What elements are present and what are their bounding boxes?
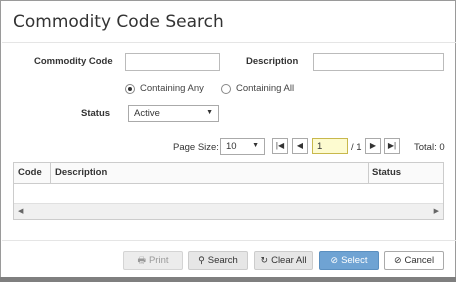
grid-header: Code Description Status (14, 163, 443, 184)
background-page-strip (0, 277, 456, 282)
previous-page-button[interactable]: ◀ (292, 138, 308, 154)
clear-all-button[interactable]: ↻ Clear All (254, 251, 313, 270)
containing-all-label: Containing All (236, 83, 295, 94)
description-label: Description (246, 56, 299, 67)
search-button-label: Search (207, 255, 238, 266)
horizontal-scrollbar[interactable]: ◀ ▶ (14, 203, 443, 219)
status-label: Status (81, 108, 111, 119)
select-button[interactable]: ⊘ Select (319, 251, 379, 270)
containing-any-radio[interactable] (125, 84, 135, 94)
page-size-select[interactable]: 10 ▼ (220, 138, 265, 155)
column-header-code[interactable]: Code (18, 163, 42, 183)
column-divider (50, 163, 51, 183)
last-page-icon: ▶| (387, 141, 397, 150)
scroll-left-icon[interactable]: ◀ (18, 207, 23, 215)
chevron-down-icon: ▼ (206, 109, 213, 116)
commodity-code-label: Commodity Code (34, 56, 113, 67)
cancel-button-label: Cancel (404, 255, 435, 266)
refresh-icon: ↻ (260, 255, 269, 265)
column-header-description[interactable]: Description (55, 163, 107, 183)
containing-all-radio[interactable] (221, 84, 231, 94)
page-size-label: Page Size: (173, 142, 219, 153)
select-button-label: Select (341, 255, 368, 266)
cancel-button[interactable]: ⊘ Cancel (384, 251, 444, 270)
first-page-icon: |◀ (275, 141, 285, 150)
status-select-value: Active (134, 108, 160, 119)
print-button-label: Print (148, 255, 169, 266)
scroll-right-icon[interactable]: ▶ (434, 207, 439, 215)
next-page-button[interactable]: ▶ (365, 138, 381, 154)
dialog-title: Commodity Code Search (13, 12, 224, 32)
clear-all-button-label: Clear All (271, 255, 307, 266)
total-pages-label: / 1 (351, 142, 362, 153)
search-button[interactable]: ⚲ Search (188, 251, 248, 270)
status-select[interactable]: Active ▼ (128, 105, 219, 122)
column-header-status[interactable]: Status (372, 163, 401, 183)
chevron-down-icon: ▼ (252, 142, 259, 149)
commodity-code-input[interactable] (125, 53, 220, 71)
column-divider (368, 163, 369, 183)
total-count: Total: 0 (414, 142, 445, 153)
last-page-button[interactable]: ▶| (384, 138, 400, 154)
print-button[interactable]: 🖶 Print (123, 251, 183, 270)
first-page-button[interactable]: |◀ (272, 138, 288, 154)
commodity-code-search-dialog: Commodity Code Search Commodity Code Des… (0, 0, 456, 282)
printer-icon: 🖶 (137, 255, 146, 265)
check-circle-icon: ⊘ (330, 255, 339, 265)
ban-icon: ⊘ (393, 255, 402, 265)
footer-divider (2, 240, 456, 241)
next-page-icon: ▶ (369, 141, 377, 150)
current-page-input[interactable] (312, 138, 348, 154)
containing-any-label: Containing Any (140, 83, 204, 94)
description-input[interactable] (313, 53, 444, 71)
page-size-value: 10 (226, 141, 237, 152)
search-icon: ⚲ (198, 255, 205, 265)
header-divider (2, 42, 456, 43)
results-grid: Code Description Status ◀ ▶ (13, 162, 444, 220)
previous-page-icon: ◀ (296, 141, 304, 150)
